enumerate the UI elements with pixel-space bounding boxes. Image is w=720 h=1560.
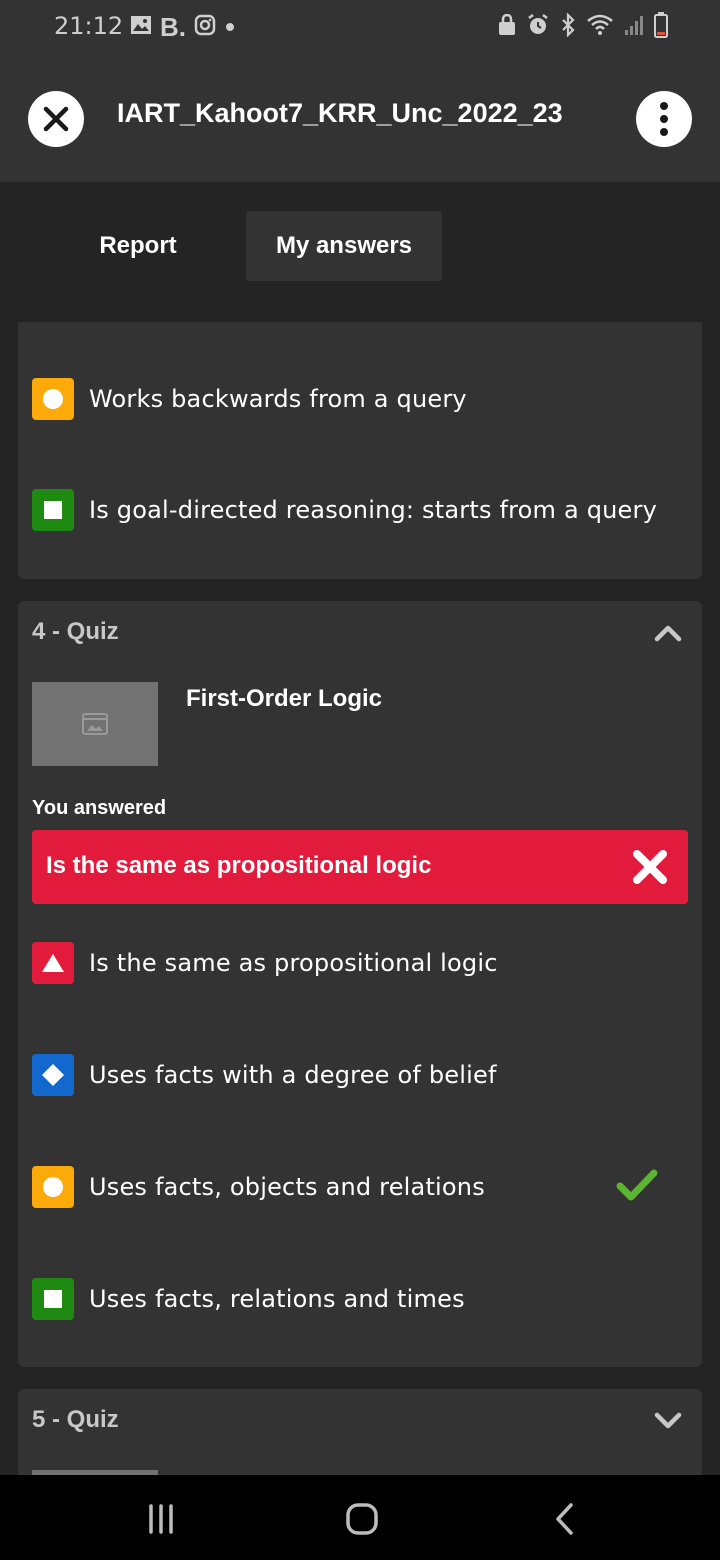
status-time: 21:12	[54, 12, 124, 40]
diamond-shape-icon	[32, 1054, 74, 1096]
option-text: Uses facts, relations and times	[89, 1285, 465, 1313]
option-circle: Works backwards from a query	[32, 377, 467, 421]
status-left-icons: B.	[130, 11, 236, 42]
square-shape-icon	[32, 489, 74, 531]
option-triangle: Is the same as propositional logic	[32, 941, 498, 985]
more-options-button[interactable]	[636, 91, 692, 147]
close-icon	[43, 106, 69, 132]
circle-shape-icon	[32, 1166, 74, 1208]
question-card-4: 4 - Quiz First-Order Logic You answered …	[18, 601, 702, 1367]
tab-my-answers[interactable]: My answers	[246, 211, 442, 281]
more-vertical-icon	[660, 102, 668, 136]
you-answered-label: You answered	[32, 797, 167, 819]
back-button[interactable]	[545, 1499, 585, 1539]
wrong-answer-icon	[633, 850, 667, 884]
navigation-bar	[0, 1475, 720, 1560]
option-text: Is the same as propositional logic	[89, 949, 498, 977]
triangle-shape-icon	[32, 942, 74, 984]
bluetooth-icon	[560, 12, 576, 41]
status-bar: 21:12 B.	[0, 0, 720, 56]
gallery-icon	[130, 15, 152, 39]
chevron-up-icon[interactable]	[654, 623, 682, 643]
chevron-down-icon[interactable]	[654, 1411, 682, 1431]
question-text: First-Order Logic	[186, 685, 383, 712]
question-image-placeholder	[32, 682, 158, 766]
option-circle: Uses facts, objects and relations	[32, 1165, 485, 1209]
signal-icon	[624, 14, 644, 40]
question-card-previous: Works backwards from a query Is goal-dir…	[18, 322, 702, 579]
your-answer-text: Is the same as propositional logic	[46, 852, 432, 879]
home-button[interactable]	[342, 1499, 382, 1539]
dot-icon	[224, 18, 236, 37]
back-icon	[556, 1503, 573, 1535]
option-text: Uses facts, objects and relations	[89, 1173, 485, 1201]
home-icon	[346, 1503, 378, 1535]
circle-shape-icon	[32, 378, 74, 420]
option-square: Uses facts, relations and times	[32, 1277, 465, 1321]
status-right-icons	[498, 12, 668, 42]
battery-icon	[654, 12, 668, 42]
instagram-icon	[194, 14, 216, 40]
option-text: Uses facts with a degree of belief	[89, 1061, 497, 1089]
question-card-5[interactable]: 5 - Quiz	[18, 1389, 702, 1489]
app-header: IART_Kahoot7_KRR_Unc_2022_23	[0, 56, 720, 182]
tab-bar: Report My answers	[0, 182, 720, 322]
booking-icon: B.	[160, 11, 186, 42]
option-square: Is goal-directed reasoning: starts from …	[32, 488, 657, 532]
wifi-icon	[586, 14, 614, 40]
tab-report[interactable]: Report	[70, 211, 206, 281]
lock-icon	[498, 13, 516, 40]
option-text: Works backwards from a query	[89, 385, 467, 413]
image-placeholder-icon	[82, 713, 108, 735]
correct-checkmark-icon	[616, 1169, 658, 1201]
square-shape-icon	[32, 1278, 74, 1320]
your-answer-box: Is the same as propositional logic	[32, 830, 688, 904]
recent-apps-button[interactable]	[141, 1499, 181, 1539]
option-diamond: Uses facts with a degree of belief	[32, 1053, 497, 1097]
question-title: 5 - Quiz	[32, 1406, 119, 1433]
alarm-icon	[526, 13, 550, 41]
report-title: IART_Kahoot7_KRR_Unc_2022_23	[117, 98, 563, 128]
question-title: 4 - Quiz	[32, 618, 119, 645]
close-button[interactable]	[28, 91, 84, 147]
option-text: Is goal-directed reasoning: starts from …	[89, 496, 657, 524]
recent-apps-icon	[149, 1504, 173, 1534]
